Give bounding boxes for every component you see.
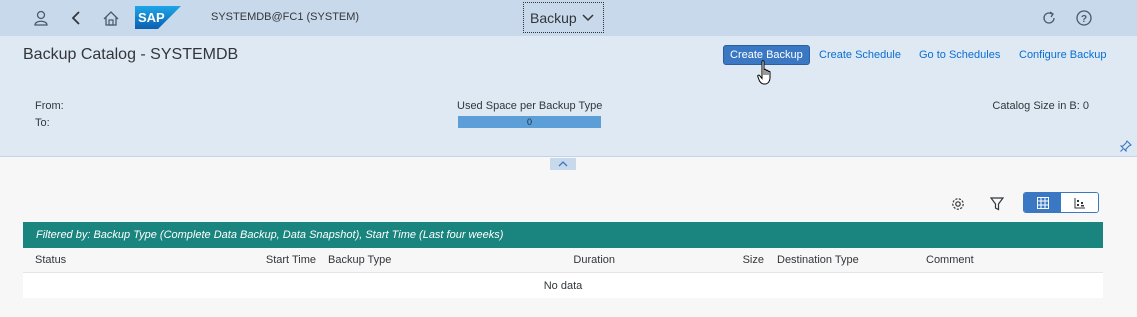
pin-icon[interactable] xyxy=(1119,140,1132,155)
no-data-row: No data xyxy=(23,273,1103,298)
svg-text:?: ? xyxy=(1081,14,1087,25)
home-icon[interactable] xyxy=(101,8,121,28)
column-start-time[interactable]: Start Time xyxy=(266,254,316,266)
column-duration[interactable]: Duration xyxy=(573,254,615,266)
configure-backup-button[interactable]: Configure Backup xyxy=(1019,45,1106,65)
filter-icon[interactable] xyxy=(987,194,1007,214)
user-icon[interactable] xyxy=(31,8,51,28)
go-to-schedules-button[interactable]: Go to Schedules xyxy=(919,45,1000,65)
collapse-header-button[interactable] xyxy=(550,158,576,170)
column-backup-type[interactable]: Backup Type xyxy=(328,254,391,266)
from-label: From: xyxy=(35,100,64,112)
chevron-down-icon xyxy=(582,13,594,21)
used-space-bar: 0 xyxy=(458,116,601,128)
settings-icon[interactable] xyxy=(948,194,968,214)
hand-cursor-icon xyxy=(757,60,775,89)
help-icon[interactable]: ? xyxy=(1074,8,1094,28)
app-menu-label: Backup xyxy=(530,9,577,26)
app-menu-button[interactable]: Backup xyxy=(523,2,604,33)
summary-panel: From: To: Used Space per Backup Type 0 C… xyxy=(0,74,1137,157)
table-view-button[interactable] xyxy=(1024,193,1061,212)
back-icon[interactable] xyxy=(66,8,86,28)
svg-text:SAP: SAP xyxy=(138,10,165,25)
column-size[interactable]: Size xyxy=(743,254,764,266)
sap-logo[interactable]: SAP xyxy=(135,6,181,29)
collapse-up-icon xyxy=(558,161,568,167)
page-title: Backup Catalog - SYSTEMDB xyxy=(23,46,239,63)
catalog-size: Catalog Size in B: 0 xyxy=(992,100,1089,112)
refresh-icon[interactable] xyxy=(1039,8,1059,28)
shell-bar: SAP SYSTEMDB@FC1 (SYSTEM) Backup ? xyxy=(0,0,1137,36)
create-schedule-button[interactable]: Create Schedule xyxy=(819,45,901,65)
table-header-row: Status Start Time Backup Type Duration S… xyxy=(23,248,1103,273)
column-destination-type[interactable]: Destination Type xyxy=(777,254,859,266)
table-view-icon xyxy=(1036,196,1049,209)
chart-view-icon xyxy=(1074,197,1085,208)
chart-view-button[interactable] xyxy=(1061,193,1098,212)
system-title: SYSTEMDB@FC1 (SYSTEM) xyxy=(211,11,360,23)
page-header: Backup Catalog - SYSTEMDB Create Backup … xyxy=(0,36,1137,74)
filter-info-bar: Filtered by: Backup Type (Complete Data … xyxy=(23,222,1103,248)
used-space-label: Used Space per Backup Type xyxy=(457,100,603,112)
column-status[interactable]: Status xyxy=(35,254,66,266)
column-comment[interactable]: Comment xyxy=(926,254,974,266)
to-label: To: xyxy=(35,117,50,129)
view-toggle xyxy=(1023,192,1099,213)
